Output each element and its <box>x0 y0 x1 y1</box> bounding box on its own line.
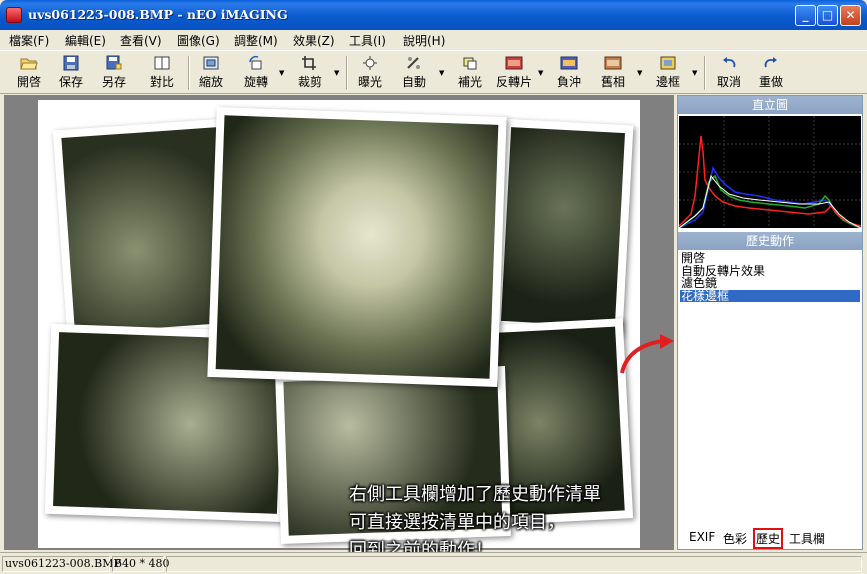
crop-icon <box>302 56 316 70</box>
history-item-selected[interactable]: 花樣邊框 <box>680 289 860 302</box>
undo-button[interactable]: 取消 <box>709 54 749 92</box>
menu-image[interactable]: 圖像(G) <box>177 32 220 49</box>
save-as-icon <box>106 55 122 70</box>
auto-label: 自動 <box>401 75 426 89</box>
fill-light-icon <box>463 57 477 70</box>
open-folder-icon <box>20 58 38 70</box>
exposure-icon <box>363 56 377 70</box>
status-filename: uvs061223-008.BMP <box>2 556 121 572</box>
rotate-button[interactable]: 旋轉 <box>236 54 276 92</box>
menu-bar: 檔案(F) 編輯(E) 查看(V) 圖像(G) 調整(M) 效果(Z) 工具(I… <box>0 30 867 50</box>
old-photo-dropdown-icon[interactable]: ▼ <box>637 69 642 77</box>
menu-view[interactable]: 查看(V) <box>120 32 162 49</box>
menu-edit[interactable]: 編輯(E) <box>65 32 106 49</box>
annotation-arrow-icon <box>620 334 674 374</box>
frame-button[interactable]: 邊框 <box>648 54 688 92</box>
old-photo-icon <box>604 56 622 70</box>
app-icon[interactable] <box>6 7 22 23</box>
resize-icon <box>203 56 219 70</box>
tab-color[interactable]: 色彩 <box>723 530 747 547</box>
reversal-film-dropdown-icon[interactable]: ▼ <box>538 69 543 77</box>
toolbar-separator <box>188 56 190 90</box>
histogram-header: 直立圖 <box>678 96 862 114</box>
cross-process-button[interactable]: 負沖 <box>549 54 589 92</box>
toolbar-separator <box>704 56 706 90</box>
caption-line: 右側工具欄增加了歷史動作清單 <box>349 484 601 505</box>
menu-tools[interactable]: 工具(I) <box>349 32 386 49</box>
reversal-film-icon <box>505 56 523 70</box>
frame-icon <box>660 56 676 70</box>
resize-button[interactable]: 縮放 <box>191 54 231 92</box>
window-title: uvs061223-008.BMP - nEO iMAGING <box>28 7 288 22</box>
open-label: 開啓 <box>16 75 41 89</box>
tab-history[interactable]: 歷史 <box>753 528 784 549</box>
cross-process-label: 負沖 <box>556 75 581 89</box>
history-item[interactable]: 開啓 <box>680 252 860 265</box>
save-label: 保存 <box>58 75 83 89</box>
rotate-icon <box>249 55 262 70</box>
history-item[interactable]: 濾色鏡 <box>680 277 860 290</box>
side-panel: 直立圖 歷史動作 開啓 自動反轉片效果 濾色鏡 花樣邊框 <box>677 95 863 550</box>
toolbar: 開啓 保存 另存 對比 縮放 旋轉 ▼ 裁剪 ▼ 曝光 自動 ▼ 補光 反轉片 … <box>0 50 867 94</box>
histogram-plot <box>679 116 861 228</box>
auto-button[interactable]: 自動 <box>394 54 434 92</box>
frame-dropdown-icon[interactable]: ▼ <box>692 69 697 77</box>
frame-label: 邊框 <box>655 75 680 89</box>
save-as-label: 另存 <box>101 75 126 89</box>
rotate-label: 旋轉 <box>243 75 268 89</box>
toolbar-separator <box>346 56 348 90</box>
undo-icon <box>723 57 736 68</box>
photo-tile-main <box>207 107 507 387</box>
exposure-label: 曝光 <box>357 75 382 89</box>
status-bar: uvs061223-008.BMP 640 * 480 <box>0 552 867 574</box>
auto-dropdown-icon[interactable]: ▼ <box>439 69 444 77</box>
crop-button[interactable]: 裁剪 <box>290 54 330 92</box>
redo-button[interactable]: 重做 <box>751 54 791 92</box>
save-disk-icon <box>63 55 79 71</box>
compare-button[interactable]: 對比 <box>142 54 182 92</box>
photo-tile <box>492 118 634 336</box>
menu-help[interactable]: 說明(H) <box>403 32 445 49</box>
old-photo-label: 舊相 <box>600 75 625 89</box>
rotate-dropdown-icon[interactable]: ▼ <box>279 69 284 77</box>
status-image-size: 640 * 480 <box>112 556 169 572</box>
reversal-film-button[interactable]: 反轉片 <box>494 54 534 92</box>
old-photo-button[interactable]: 舊相 <box>593 54 633 92</box>
compare-icon <box>154 56 170 70</box>
tab-exif[interactable]: EXIF <box>689 530 715 544</box>
maximize-button[interactable]: □ <box>817 5 838 26</box>
history-header: 歷史動作 <box>678 232 862 250</box>
save-button[interactable]: 保存 <box>51 54 91 92</box>
image-canvas[interactable]: 右側工具欄增加了歷史動作清單 可直接選按清單中的項目， 回到之前的動作！ <box>4 95 674 561</box>
redo-icon <box>764 57 777 68</box>
crop-dropdown-icon[interactable]: ▼ <box>334 69 339 77</box>
redo-label: 重做 <box>758 75 783 89</box>
title-bar: uvs061223-008.BMP - nEO iMAGING _ □ ✕ <box>0 0 867 30</box>
save-as-button[interactable]: 另存 <box>94 54 134 92</box>
status-empty <box>166 556 862 572</box>
resize-label: 縮放 <box>198 75 223 89</box>
undo-label: 取消 <box>716 75 741 89</box>
minimize-button[interactable]: _ <box>795 5 816 26</box>
fill-light-button[interactable]: 補光 <box>450 54 490 92</box>
panel-tabs: EXIF 色彩 歷史 工具欄 <box>677 527 863 549</box>
tab-toolbar[interactable]: 工具欄 <box>789 530 825 547</box>
fill-light-label: 補光 <box>457 75 482 89</box>
cross-process-icon <box>560 56 578 70</box>
caption-line: 可直接選按清單中的項目， <box>349 512 565 533</box>
menu-file[interactable]: 檔案(F) <box>9 32 49 49</box>
menu-adjust[interactable]: 調整(M) <box>234 32 278 49</box>
reversal-film-label: 反轉片 <box>495 75 532 89</box>
history-list: 開啓 自動反轉片效果 濾色鏡 花樣邊框 <box>680 252 860 302</box>
exposure-button[interactable]: 曝光 <box>350 54 390 92</box>
close-button[interactable]: ✕ <box>840 5 861 26</box>
open-button[interactable]: 開啓 <box>9 54 49 92</box>
compare-label: 對比 <box>149 75 174 89</box>
crop-label: 裁剪 <box>297 75 322 89</box>
menu-effects[interactable]: 效果(Z) <box>293 32 335 49</box>
auto-icon <box>407 57 420 69</box>
